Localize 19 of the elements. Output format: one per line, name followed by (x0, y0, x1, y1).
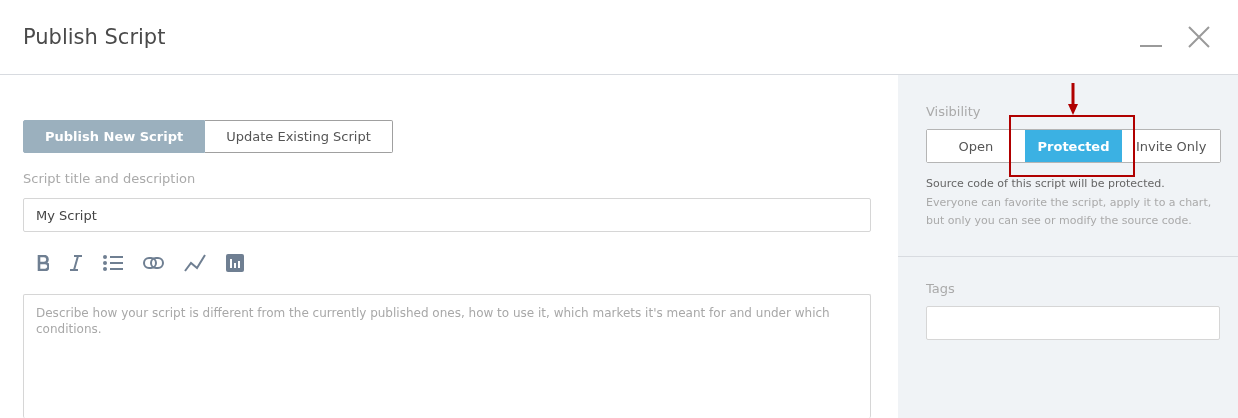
mode-tab[interactable]: Update Existing Script (205, 120, 393, 153)
bar-chart-icon[interactable] (226, 254, 244, 272)
field-label: Script title and description (23, 171, 196, 186)
visibility-note: Source code of this script will be protected. (926, 177, 1166, 190)
title-input[interactable]: My Script (23, 198, 871, 232)
description-field[interactable]: Describe how your script is different from the currently published ones, how to use it, which markets it's meant for and under which conditions. (23, 294, 871, 418)
minimize-icon[interactable] (1140, 44, 1162, 48)
italic-icon[interactable] (69, 255, 83, 271)
arrow-icon (1067, 83, 1079, 115)
bold-icon[interactable] (37, 255, 49, 271)
section-label: Visibility (926, 104, 982, 119)
window-title: Publish Script (23, 25, 166, 49)
visibility-hint: Everyone can favorite the script, apply it to a chart, but only you can see or modify the source code. (926, 195, 1213, 229)
list-icon[interactable] (103, 255, 123, 271)
link-icon[interactable] (143, 257, 164, 269)
tags-input[interactable] (926, 306, 1220, 340)
section-label: Tags (926, 281, 956, 296)
close-icon[interactable] (1188, 26, 1210, 48)
line-chart-icon[interactable] (184, 254, 206, 272)
